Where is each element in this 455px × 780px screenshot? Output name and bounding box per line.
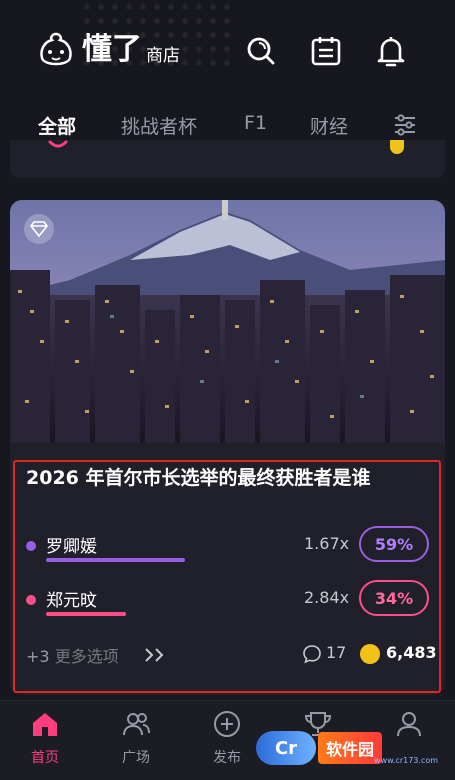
option-color-dot — [26, 541, 36, 551]
diamond-icon — [24, 214, 54, 244]
nav-plaza-label: 广场 — [122, 750, 150, 766]
option-bar — [46, 612, 126, 616]
coin-icon — [360, 644, 380, 664]
nav-publish-label: 发布 — [213, 750, 241, 766]
site-watermark: Cr 软件园 www.cr173.com — [256, 728, 439, 768]
market-title: 2026 年首尔市长选举的最终获胜者是谁 — [26, 467, 371, 489]
mascot-icon — [40, 32, 72, 66]
option-name: 郑元旼 — [46, 591, 97, 611]
app-header: 懂了 商店 — [0, 0, 455, 100]
coin-icon — [390, 140, 404, 154]
bell-icon[interactable] — [374, 34, 408, 68]
card-footer: +3 更多选项 17 6,483 — [26, 643, 437, 667]
tab-finance[interactable]: 财经 — [310, 112, 348, 139]
comment-count: 17 — [326, 643, 347, 662]
nav-home-label: 首页 — [31, 750, 59, 766]
watermark-text: 软件园 — [318, 732, 383, 764]
option-row[interactable]: 郑元旼 2.84x 34% — [26, 580, 430, 622]
nav-plaza[interactable]: 广场 — [106, 709, 166, 767]
more-options-count: +3 — [26, 647, 50, 666]
active-tab-indicator — [48, 140, 68, 148]
plus-circle-icon — [214, 711, 240, 737]
coin-amount: 6,483 — [386, 643, 437, 662]
nav-publish[interactable]: 发布 — [197, 709, 257, 767]
option-odds: 2.84x — [304, 588, 350, 607]
more-options-label: 更多选项 — [54, 647, 119, 666]
watermark-logo: Cr — [256, 731, 316, 765]
seoul-city-image — [10, 200, 445, 443]
option-name: 罗卿媛 — [46, 537, 97, 557]
option-odds: 1.67x — [304, 534, 350, 553]
app-logo: 懂了 商店 — [36, 30, 180, 70]
previous-card[interactable] — [10, 140, 445, 178]
option-bar — [46, 558, 185, 562]
more-options-link[interactable]: +3 更多选项 — [26, 643, 119, 667]
search-icon[interactable] — [244, 34, 278, 68]
filter-icon[interactable] — [392, 112, 418, 138]
option-color-dot — [26, 595, 36, 605]
logo-subtitle: 商店 — [146, 46, 180, 66]
watermark-url: www.cr173.com — [374, 756, 439, 765]
calendar-icon[interactable] — [309, 34, 343, 68]
tab-all[interactable]: 全部 — [38, 112, 76, 139]
option-row[interactable]: 罗卿媛 1.67x 59% — [26, 526, 430, 568]
comment-icon[interactable] — [302, 644, 322, 664]
nav-home[interactable]: 首页 — [15, 709, 75, 767]
option-percent-button[interactable]: 59% — [359, 526, 429, 562]
chevron-right-icon[interactable] — [142, 645, 170, 665]
tab-challenger-cup[interactable]: 挑战者杯 — [121, 112, 197, 139]
option-percent-button[interactable]: 34% — [359, 580, 429, 616]
people-icon — [123, 713, 150, 736]
home-icon — [33, 713, 57, 736]
logo-title: 懂了 — [82, 32, 142, 67]
tab-f1[interactable]: F1 — [244, 112, 267, 134]
